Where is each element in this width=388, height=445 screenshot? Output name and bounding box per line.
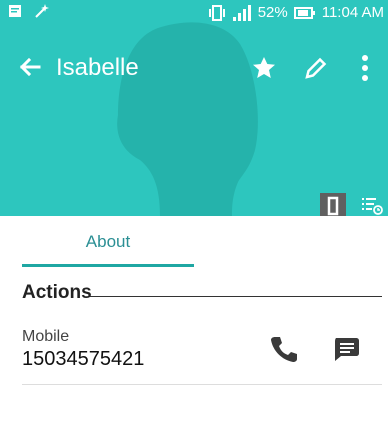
edit-icon[interactable] (302, 54, 330, 82)
mobile-label: Mobile (22, 328, 70, 345)
phone-number-button[interactable] (320, 193, 346, 216)
phone-device-icon (327, 196, 339, 216)
tab-about[interactable]: About (22, 216, 194, 268)
contact-header: 52% 11:04 AM Isabelle (0, 0, 388, 216)
signal-icon (232, 4, 251, 21)
mobile-number[interactable]: 15034575421 (22, 348, 144, 371)
actions-divider (90, 296, 382, 297)
actions-heading: Actions (22, 282, 92, 303)
battery-percent: 52% (257, 4, 288, 21)
call-log-icon[interactable] (360, 193, 384, 216)
app-bar: Isabelle (0, 44, 388, 92)
row-divider (22, 384, 382, 385)
message-icon[interactable] (330, 333, 362, 365)
status-bar: 52% 11:04 AM (0, 0, 388, 26)
magic-icon (35, 4, 49, 18)
notification-icon (9, 5, 21, 17)
tab-indicator (22, 264, 194, 267)
call-icon[interactable] (268, 333, 300, 365)
tab-bar: About (0, 216, 388, 268)
vibrate-icon (208, 4, 225, 21)
status-time: 11:04 AM (321, 4, 384, 21)
battery-icon (293, 6, 315, 19)
contact-name: Isabelle (56, 54, 139, 81)
avatar-silhouette (117, 22, 258, 216)
more-icon[interactable] (358, 52, 372, 84)
back-arrow-icon[interactable] (14, 52, 44, 82)
star-icon[interactable] (250, 54, 278, 82)
